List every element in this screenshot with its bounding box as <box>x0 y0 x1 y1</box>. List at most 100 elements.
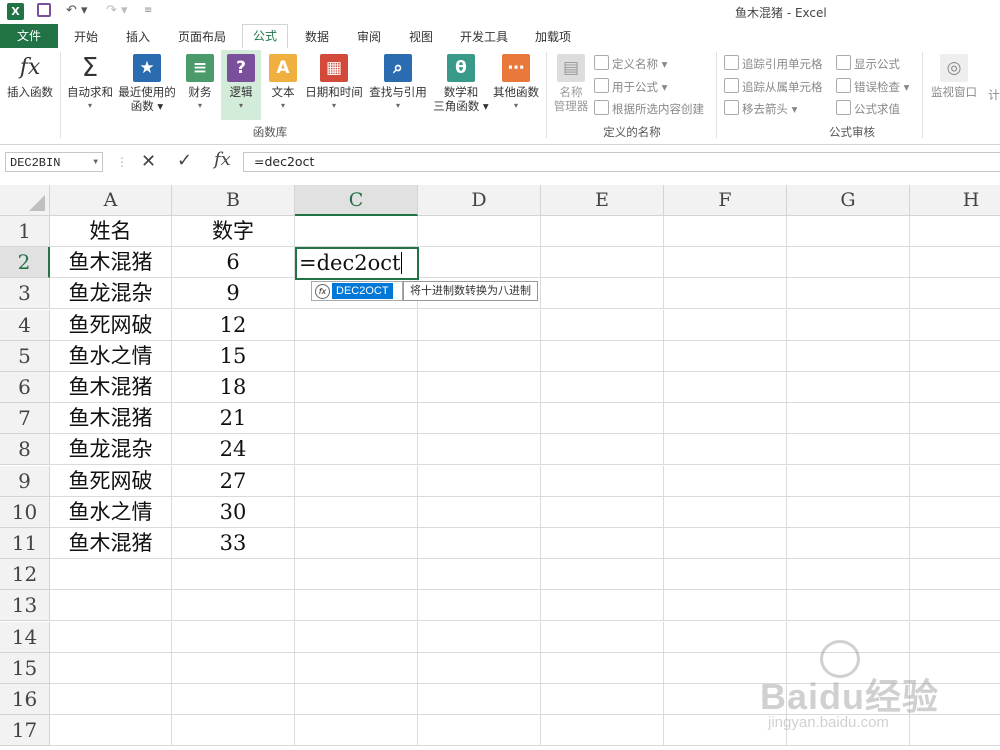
calculation-button[interactable]: 计 <box>988 88 1000 102</box>
cell-d9[interactable] <box>418 466 541 497</box>
cell-a14[interactable] <box>50 622 172 653</box>
cell-h1[interactable] <box>910 216 1000 247</box>
cell-d15[interactable] <box>418 653 541 684</box>
cell-c16[interactable] <box>295 684 418 715</box>
cell-e14[interactable] <box>541 622 664 653</box>
cell-a5[interactable]: 鱼水之情 <box>50 341 172 372</box>
column-header-g[interactable]: G <box>787 185 910 216</box>
cell-d7[interactable] <box>418 403 541 434</box>
function-autocomplete-list[interactable]: fx DEC2OCT <box>311 281 403 301</box>
cell-g12[interactable] <box>787 559 910 590</box>
row-header-16[interactable]: 16 <box>0 684 50 715</box>
cell-g8[interactable] <box>787 434 910 465</box>
cell-h5[interactable] <box>910 341 1000 372</box>
cell-e6[interactable] <box>541 372 664 403</box>
cell-a15[interactable] <box>50 653 172 684</box>
cell-f2[interactable] <box>664 247 787 278</box>
tab-formulas[interactable]: 公式 <box>242 24 289 49</box>
cell-h7[interactable] <box>910 403 1000 434</box>
name-box[interactable]: DEC2BIN ▼ <box>5 152 103 172</box>
cell-a3[interactable]: 鱼龙混杂 <box>50 278 172 309</box>
datetime-button[interactable]: ▦ 日期和时间 ▾ <box>302 54 366 113</box>
cell-h2[interactable] <box>910 247 1000 278</box>
cell-c6[interactable] <box>295 372 418 403</box>
column-header-a[interactable]: A <box>50 185 172 216</box>
cell-e9[interactable] <box>541 466 664 497</box>
cell-e4[interactable] <box>541 310 664 341</box>
column-header-d[interactable]: D <box>418 185 541 216</box>
row-header-7[interactable]: 7 <box>0 403 50 434</box>
cell-a10[interactable]: 鱼水之情 <box>50 497 172 528</box>
cell-b10[interactable]: 30 <box>172 497 295 528</box>
cell-h6[interactable] <box>910 372 1000 403</box>
cell-d11[interactable] <box>418 528 541 559</box>
cell-a7[interactable]: 鱼木混猪 <box>50 403 172 434</box>
cell-a9[interactable]: 鱼死网破 <box>50 466 172 497</box>
chevron-down-icon[interactable]: ▼ <box>93 153 98 173</box>
cell-e1[interactable] <box>541 216 664 247</box>
formula-input[interactable]: =dec2oct <box>243 152 1000 172</box>
column-header-h[interactable]: H <box>910 185 1000 216</box>
cell-g10[interactable] <box>787 497 910 528</box>
cell-d13[interactable] <box>418 590 541 621</box>
cell-e2[interactable] <box>541 247 664 278</box>
cell-d5[interactable] <box>418 341 541 372</box>
cell-c13[interactable] <box>295 590 418 621</box>
cell-a17[interactable] <box>50 715 172 746</box>
row-header-6[interactable]: 6 <box>0 372 50 403</box>
cell-e12[interactable] <box>541 559 664 590</box>
cell-c14[interactable] <box>295 622 418 653</box>
cell-d1[interactable] <box>418 216 541 247</box>
autocomplete-item-dec2oct[interactable]: DEC2OCT <box>332 283 393 299</box>
cell-b8[interactable]: 24 <box>172 434 295 465</box>
tab-developer[interactable]: 开发工具 <box>460 28 508 45</box>
cell-e10[interactable] <box>541 497 664 528</box>
text-button[interactable]: A 文本 ▾ <box>266 54 300 113</box>
cell-a8[interactable]: 鱼龙混杂 <box>50 434 172 465</box>
cell-e5[interactable] <box>541 341 664 372</box>
cell-a4[interactable]: 鱼死网破 <box>50 310 172 341</box>
math-trig-button[interactable]: θ 数学和 三角函数 ▾ <box>432 54 490 113</box>
cell-a16[interactable] <box>50 684 172 715</box>
cell-d12[interactable] <box>418 559 541 590</box>
cell-b6[interactable]: 18 <box>172 372 295 403</box>
tab-review[interactable]: 审阅 <box>357 28 381 45</box>
save-icon[interactable] <box>37 3 51 17</box>
cell-g3[interactable] <box>787 278 910 309</box>
cell-c9[interactable] <box>295 466 418 497</box>
row-header-8[interactable]: 8 <box>0 434 50 465</box>
cell-g9[interactable] <box>787 466 910 497</box>
row-header-5[interactable]: 5 <box>0 341 50 372</box>
cell-h4[interactable] <box>910 310 1000 341</box>
logical-button[interactable]: ? 逻辑 ▾ <box>221 50 261 120</box>
create-from-selection-button[interactable]: 根据所选内容创建 <box>594 100 704 117</box>
cell-b17[interactable] <box>172 715 295 746</box>
customize-qat-icon[interactable]: ≡ <box>144 5 152 16</box>
cell-d17[interactable] <box>418 715 541 746</box>
cell-f1[interactable] <box>664 216 787 247</box>
cell-b12[interactable] <box>172 559 295 590</box>
cell-g7[interactable] <box>787 403 910 434</box>
row-header-12[interactable]: 12 <box>0 559 50 590</box>
cell-b9[interactable]: 27 <box>172 466 295 497</box>
cell-a2[interactable]: 鱼木混猪 <box>50 247 172 278</box>
cell-b5[interactable]: 15 <box>172 341 295 372</box>
row-header-2[interactable]: 2 <box>0 247 50 278</box>
cell-c1[interactable] <box>295 216 418 247</box>
cell-c4[interactable] <box>295 310 418 341</box>
row-header-9[interactable]: 9 <box>0 466 50 497</box>
cell-f3[interactable] <box>664 278 787 309</box>
cell-g2[interactable] <box>787 247 910 278</box>
cell-b16[interactable] <box>172 684 295 715</box>
undo-icon[interactable]: ↶ ▾ <box>66 3 88 18</box>
cell-h9[interactable] <box>910 466 1000 497</box>
cell-h13[interactable] <box>910 590 1000 621</box>
cell-g5[interactable] <box>787 341 910 372</box>
cell-d14[interactable] <box>418 622 541 653</box>
cell-c8[interactable] <box>295 434 418 465</box>
cell-f9[interactable] <box>664 466 787 497</box>
formula-bar-grip-icon[interactable]: ⋮ <box>116 155 128 169</box>
row-header-13[interactable]: 13 <box>0 590 50 621</box>
row-header-17[interactable]: 17 <box>0 715 50 746</box>
row-header-11[interactable]: 11 <box>0 528 50 559</box>
